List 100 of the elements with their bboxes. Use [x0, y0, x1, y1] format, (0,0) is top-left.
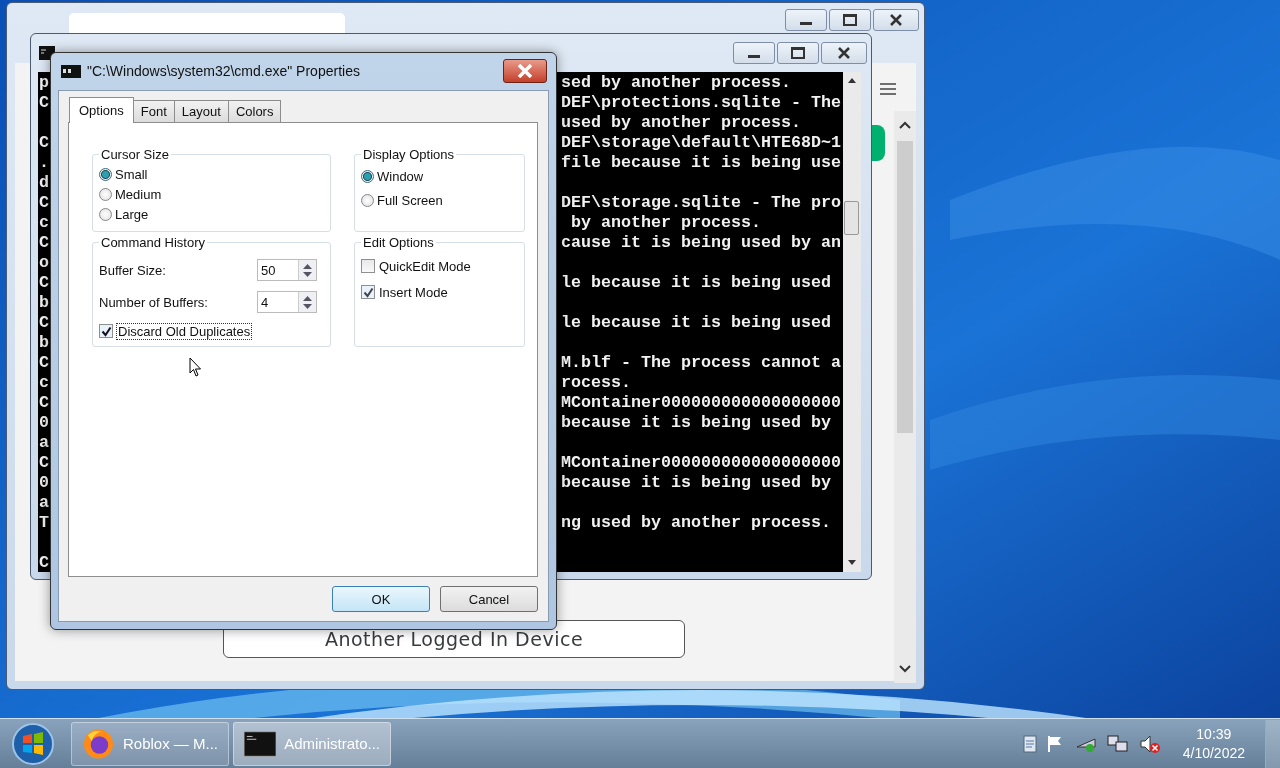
- console-text: DEF\storage.sqlite - The pro: [561, 192, 841, 212]
- console-text: C: [39, 232, 49, 252]
- ok-button[interactable]: OK: [332, 586, 430, 612]
- console-text: cause it is being used by an: [561, 232, 841, 252]
- console-text: T: [39, 512, 49, 532]
- radio-label[interactable]: Small: [115, 166, 148, 182]
- maximize-icon: [791, 47, 805, 59]
- checkbox-label[interactable]: QuickEdit Mode: [379, 258, 471, 274]
- console-text: M.blf - The process cannot a: [561, 352, 841, 372]
- console-text: rocess.: [561, 372, 631, 392]
- maximize-icon: [843, 14, 857, 26]
- close-button[interactable]: [821, 42, 867, 64]
- spin-field[interactable]: 50: [257, 259, 317, 281]
- console-icon: [61, 64, 81, 78]
- maximize-button[interactable]: [829, 9, 871, 31]
- console-text: MContainer000000000000000000: [561, 452, 841, 472]
- console-text: ng used by another process.: [561, 512, 831, 532]
- radio-button[interactable]: [99, 187, 112, 201]
- field-label: Number of Buffers:: [99, 294, 208, 310]
- console-text: C: [39, 392, 49, 412]
- tab[interactable]: Font: [132, 100, 175, 122]
- console-text: used by another process.: [561, 112, 801, 132]
- spin-up-icon[interactable]: [303, 263, 312, 269]
- scroll-thumb[interactable]: [844, 201, 859, 235]
- group-title: Display Options: [362, 147, 456, 162]
- radio-button[interactable]: [99, 167, 112, 181]
- console-text: 0: [39, 412, 49, 432]
- radio-label[interactable]: Full Screen: [377, 192, 443, 208]
- menu-icon[interactable]: [880, 83, 896, 95]
- close-button[interactable]: [873, 9, 919, 31]
- console-text: C: [39, 452, 49, 472]
- console-icon: [39, 46, 55, 60]
- checkbox[interactable]: [361, 259, 375, 273]
- radio-button[interactable]: [361, 193, 374, 207]
- scroll-down-icon[interactable]: [848, 560, 856, 565]
- console-text: C: [39, 312, 49, 332]
- console-text: d: [39, 172, 49, 192]
- console-text: p: [39, 72, 49, 92]
- console-text: C: [39, 132, 49, 152]
- minimize-icon: [800, 21, 812, 25]
- spin-down-icon[interactable]: [303, 271, 312, 277]
- checkbox-label[interactable]: Discard Old Duplicates: [117, 323, 252, 339]
- maximize-button[interactable]: [777, 42, 819, 64]
- document-icon[interactable]: [1022, 734, 1037, 753]
- spin-down-icon[interactable]: [303, 303, 312, 309]
- tab[interactable]: Colors: [227, 100, 282, 122]
- minimize-button[interactable]: [785, 9, 827, 31]
- tab[interactable]: Layout: [173, 100, 229, 122]
- checkbox[interactable]: [99, 324, 113, 338]
- console-text: MContainer000000000000000000: [561, 392, 841, 412]
- spin-field[interactable]: 4: [257, 291, 317, 313]
- console-text: by another process.: [570, 212, 761, 232]
- console-text: .: [39, 152, 49, 172]
- console-text: C: [39, 192, 49, 212]
- muted-speaker-icon[interactable]: [1138, 733, 1161, 754]
- radio-button[interactable]: [361, 169, 374, 183]
- console-text: b: [39, 332, 49, 352]
- console-text: a: [39, 432, 49, 452]
- console-text: a: [39, 492, 49, 512]
- close-icon: [889, 14, 903, 26]
- group-title: Command History: [100, 235, 207, 250]
- window-title: "C:\Windows\system32\cmd.exe" Properties: [87, 63, 361, 79]
- start-button[interactable]: [11, 721, 55, 766]
- spin-up-icon[interactable]: [303, 295, 312, 301]
- scrollbar[interactable]: [843, 72, 861, 572]
- close-icon: [837, 47, 851, 59]
- cancel-button[interactable]: Cancel: [440, 586, 538, 612]
- scroll-up-icon[interactable]: [899, 121, 911, 129]
- console-text: c: [39, 212, 49, 232]
- field-label: Buffer Size:: [99, 262, 166, 278]
- group-title: Edit Options: [362, 235, 435, 250]
- mouse-pointer-icon: [189, 357, 202, 377]
- minimize-button[interactable]: [733, 42, 775, 64]
- radio-label[interactable]: Medium: [115, 186, 162, 202]
- scroll-down-icon[interactable]: [899, 665, 911, 673]
- console-text: C: [39, 92, 49, 112]
- scrollbar[interactable]: [894, 111, 916, 683]
- monitor-icon[interactable]: [1106, 733, 1129, 754]
- console-text: file because it is being use: [561, 152, 841, 172]
- console-text: C: [39, 272, 49, 292]
- checkbox-label[interactable]: Insert Mode: [379, 284, 448, 300]
- scroll-up-icon[interactable]: [848, 78, 856, 83]
- clock-date[interactable]: 4/10/2022: [1182, 743, 1245, 763]
- console-icon: [244, 730, 277, 757]
- console-text: because it is being used by: [561, 412, 831, 432]
- checkbox[interactable]: [361, 285, 375, 299]
- console-text: b: [39, 292, 49, 312]
- console-text: 0: [39, 472, 49, 492]
- browser-icon: [82, 726, 115, 761]
- radio-button[interactable]: [99, 207, 112, 221]
- console-text: because it is being used by: [561, 472, 831, 492]
- console-text: C: [39, 552, 49, 572]
- close-icon: [517, 64, 533, 78]
- console-text: le because it is being used: [561, 312, 831, 332]
- close-button[interactable]: [503, 59, 547, 83]
- console-text: sed by another process.: [561, 72, 791, 92]
- radio-label[interactable]: Window: [377, 168, 424, 184]
- group-title: Cursor Size: [100, 147, 170, 162]
- radio-label[interactable]: Large: [115, 206, 149, 222]
- tab[interactable]: Options: [69, 97, 134, 123]
